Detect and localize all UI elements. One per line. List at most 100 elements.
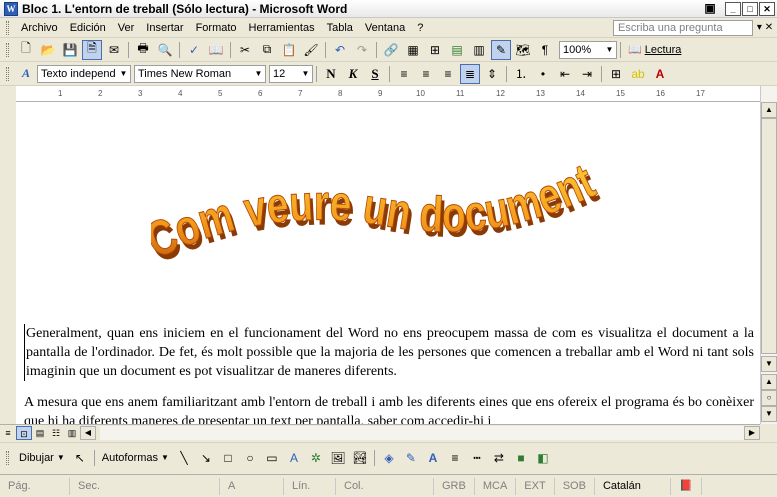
show-hide-icon[interactable]: ¶ xyxy=(535,40,555,60)
underline-button[interactable]: S xyxy=(365,64,385,84)
status-language[interactable]: Catalán xyxy=(595,477,671,495)
bold-button[interactable]: N xyxy=(321,64,341,84)
print-preview-icon[interactable]: 🔍 xyxy=(155,40,175,60)
print-layout-icon[interactable]: ▤ xyxy=(32,426,48,440)
arrow-icon[interactable]: ↘ xyxy=(196,448,216,468)
cut-icon[interactable]: ✂ xyxy=(235,40,255,60)
copy-icon[interactable]: ⧉ xyxy=(257,40,277,60)
reading-view-icon[interactable]: ▥ xyxy=(64,426,80,440)
arrow-style-icon[interactable]: ⇄ xyxy=(489,448,509,468)
tab-selector[interactable] xyxy=(0,86,16,102)
paragraph[interactable]: Generalment, quan ens iniciem en el func… xyxy=(24,324,754,381)
align-left-icon[interactable]: ≡ xyxy=(394,64,414,84)
increase-indent-icon[interactable]: ⇥ xyxy=(577,64,597,84)
textbox-icon[interactable]: ▭ xyxy=(262,448,282,468)
3d-icon[interactable]: ◧ xyxy=(533,448,553,468)
insert-table-icon[interactable]: ⊞ xyxy=(425,40,445,60)
research-icon[interactable]: 📖 xyxy=(206,40,226,60)
toolbar-grip[interactable] xyxy=(6,42,9,57)
align-right-icon[interactable]: ≡ xyxy=(438,64,458,84)
rectangle-icon[interactable]: □ xyxy=(218,448,238,468)
line-icon[interactable]: ╲ xyxy=(174,448,194,468)
normal-view-icon[interactable]: ≡ xyxy=(0,426,16,440)
status-mca[interactable]: MCA xyxy=(475,477,517,495)
permission-icon[interactable]: 🗎 xyxy=(82,39,102,60)
browse-object-icon[interactable]: ○ xyxy=(761,390,777,406)
format-painter-icon[interactable]: 🖌 xyxy=(301,40,321,60)
font-select[interactable]: Times New Roman ▼ xyxy=(134,64,266,83)
columns-icon[interactable]: ▥ xyxy=(469,40,489,60)
next-page-icon[interactable]: ▼ xyxy=(761,406,777,422)
line-spacing-icon[interactable]: ⇕ xyxy=(482,64,502,84)
menu-ver[interactable]: Ver xyxy=(112,22,141,34)
open-folder-icon[interactable]: 📂 xyxy=(38,40,58,60)
font-color-icon[interactable]: A xyxy=(423,448,443,468)
status-grb[interactable]: GRB xyxy=(434,477,475,495)
redo-icon[interactable]: ↷ xyxy=(352,40,372,60)
borders-icon[interactable]: ⊞ xyxy=(606,64,626,84)
menu-ventana[interactable]: Ventana xyxy=(359,22,411,34)
insert-excel-icon[interactable]: ▤ xyxy=(447,40,467,60)
scroll-right-icon[interactable]: ▶ xyxy=(744,425,760,440)
insert-picture-icon[interactable]: 🏞 xyxy=(350,448,370,468)
close-button[interactable]: ✕ xyxy=(759,1,775,16)
help-question-input[interactable]: Escriba una pregunta xyxy=(613,19,753,36)
undo-icon[interactable]: ↶ xyxy=(330,40,350,60)
help-dropdown-icon[interactable]: ▾ ✕ xyxy=(753,22,777,33)
draw-menu-button[interactable]: Dibujar ▼ xyxy=(15,452,69,464)
menu-help[interactable]: ? xyxy=(411,22,429,34)
horizontal-scroll-track[interactable] xyxy=(100,425,744,440)
minimize-button[interactable]: _ xyxy=(725,1,741,16)
fill-color-icon[interactable]: ◈ xyxy=(379,448,399,468)
document-page[interactable]: Com veure un document Com veure un docum… xyxy=(16,102,760,424)
document-map-icon[interactable]: 🗺 xyxy=(513,40,533,60)
shadow-icon[interactable]: ■ xyxy=(511,448,531,468)
menu-tabla[interactable]: Tabla xyxy=(321,22,359,34)
styles-formatting-icon[interactable]: A xyxy=(16,64,36,84)
font-color-icon[interactable]: A xyxy=(650,64,670,84)
paragraph[interactable]: A mesura que ens anem familiaritzant amb… xyxy=(24,393,754,424)
spelling-icon[interactable]: ✓ xyxy=(184,40,204,60)
word-icon[interactable]: W xyxy=(4,1,18,16)
decrease-indent-icon[interactable]: ⇤ xyxy=(555,64,575,84)
drawing-icon[interactable]: ✎ xyxy=(491,39,511,60)
maximize-button[interactable]: □ xyxy=(742,1,758,16)
diagram-icon[interactable]: ✲ xyxy=(306,448,326,468)
restore-doc-icon[interactable]: ▣ xyxy=(702,2,718,16)
oval-icon[interactable]: ○ xyxy=(240,448,260,468)
web-layout-icon[interactable]: ⊡ xyxy=(16,425,32,440)
toolbar-grip[interactable] xyxy=(6,450,9,465)
line-color-icon[interactable]: ✎ xyxy=(401,448,421,468)
vertical-scrollbar[interactable]: ▲ ▼ ▲ ○ ▼ xyxy=(760,86,777,424)
status-ext[interactable]: EXT xyxy=(516,477,555,495)
hyperlink-icon[interactable]: 🔗 xyxy=(381,40,401,60)
menu-insertar[interactable]: Insertar xyxy=(140,22,189,34)
highlight-icon[interactable]: ab xyxy=(628,64,648,84)
bullets-icon[interactable]: • xyxy=(533,64,553,84)
spelling-status-icon[interactable]: 📕 xyxy=(671,477,702,495)
menu-edicion[interactable]: Edición xyxy=(64,22,112,34)
scroll-thumb[interactable] xyxy=(761,118,777,354)
scroll-down-icon[interactable]: ▼ xyxy=(761,356,777,372)
toolbar-grip[interactable] xyxy=(6,66,9,81)
font-size-select[interactable]: 12 ▼ xyxy=(269,64,313,83)
new-document-icon[interactable]: 🗋 xyxy=(16,40,36,60)
dash-style-icon[interactable]: ┅ xyxy=(467,448,487,468)
menu-archivo[interactable]: Archivo xyxy=(15,22,64,34)
italic-button[interactable]: K xyxy=(343,64,363,84)
wordart-title[interactable]: Com veure un document Com veure un docum… xyxy=(151,164,621,284)
reading-layout-button[interactable]: 📖 Lectura xyxy=(624,43,685,57)
menu-formato[interactable]: Formato xyxy=(190,22,243,34)
tables-borders-icon[interactable]: ▦ xyxy=(403,40,423,60)
save-icon[interactable]: 💾 xyxy=(60,40,80,60)
autoshapes-button[interactable]: Autoformas ▼ xyxy=(98,452,173,464)
insert-wordart-icon[interactable]: A xyxy=(284,448,304,468)
numbering-icon[interactable]: ⒈ xyxy=(511,64,531,84)
align-center-icon[interactable]: ≡ xyxy=(416,64,436,84)
outline-view-icon[interactable]: ☷ xyxy=(48,426,64,440)
zoom-select[interactable]: 100% ▼ xyxy=(559,40,617,59)
style-select[interactable]: Texto independ ▼ xyxy=(37,64,131,83)
scroll-up-icon[interactable]: ▲ xyxy=(761,102,777,118)
justify-icon[interactable]: ≣ xyxy=(460,63,480,84)
horizontal-ruler[interactable]: 1 2 3 4 5 6 7 8 9 10 11 12 13 14 15 16 1… xyxy=(16,86,760,102)
